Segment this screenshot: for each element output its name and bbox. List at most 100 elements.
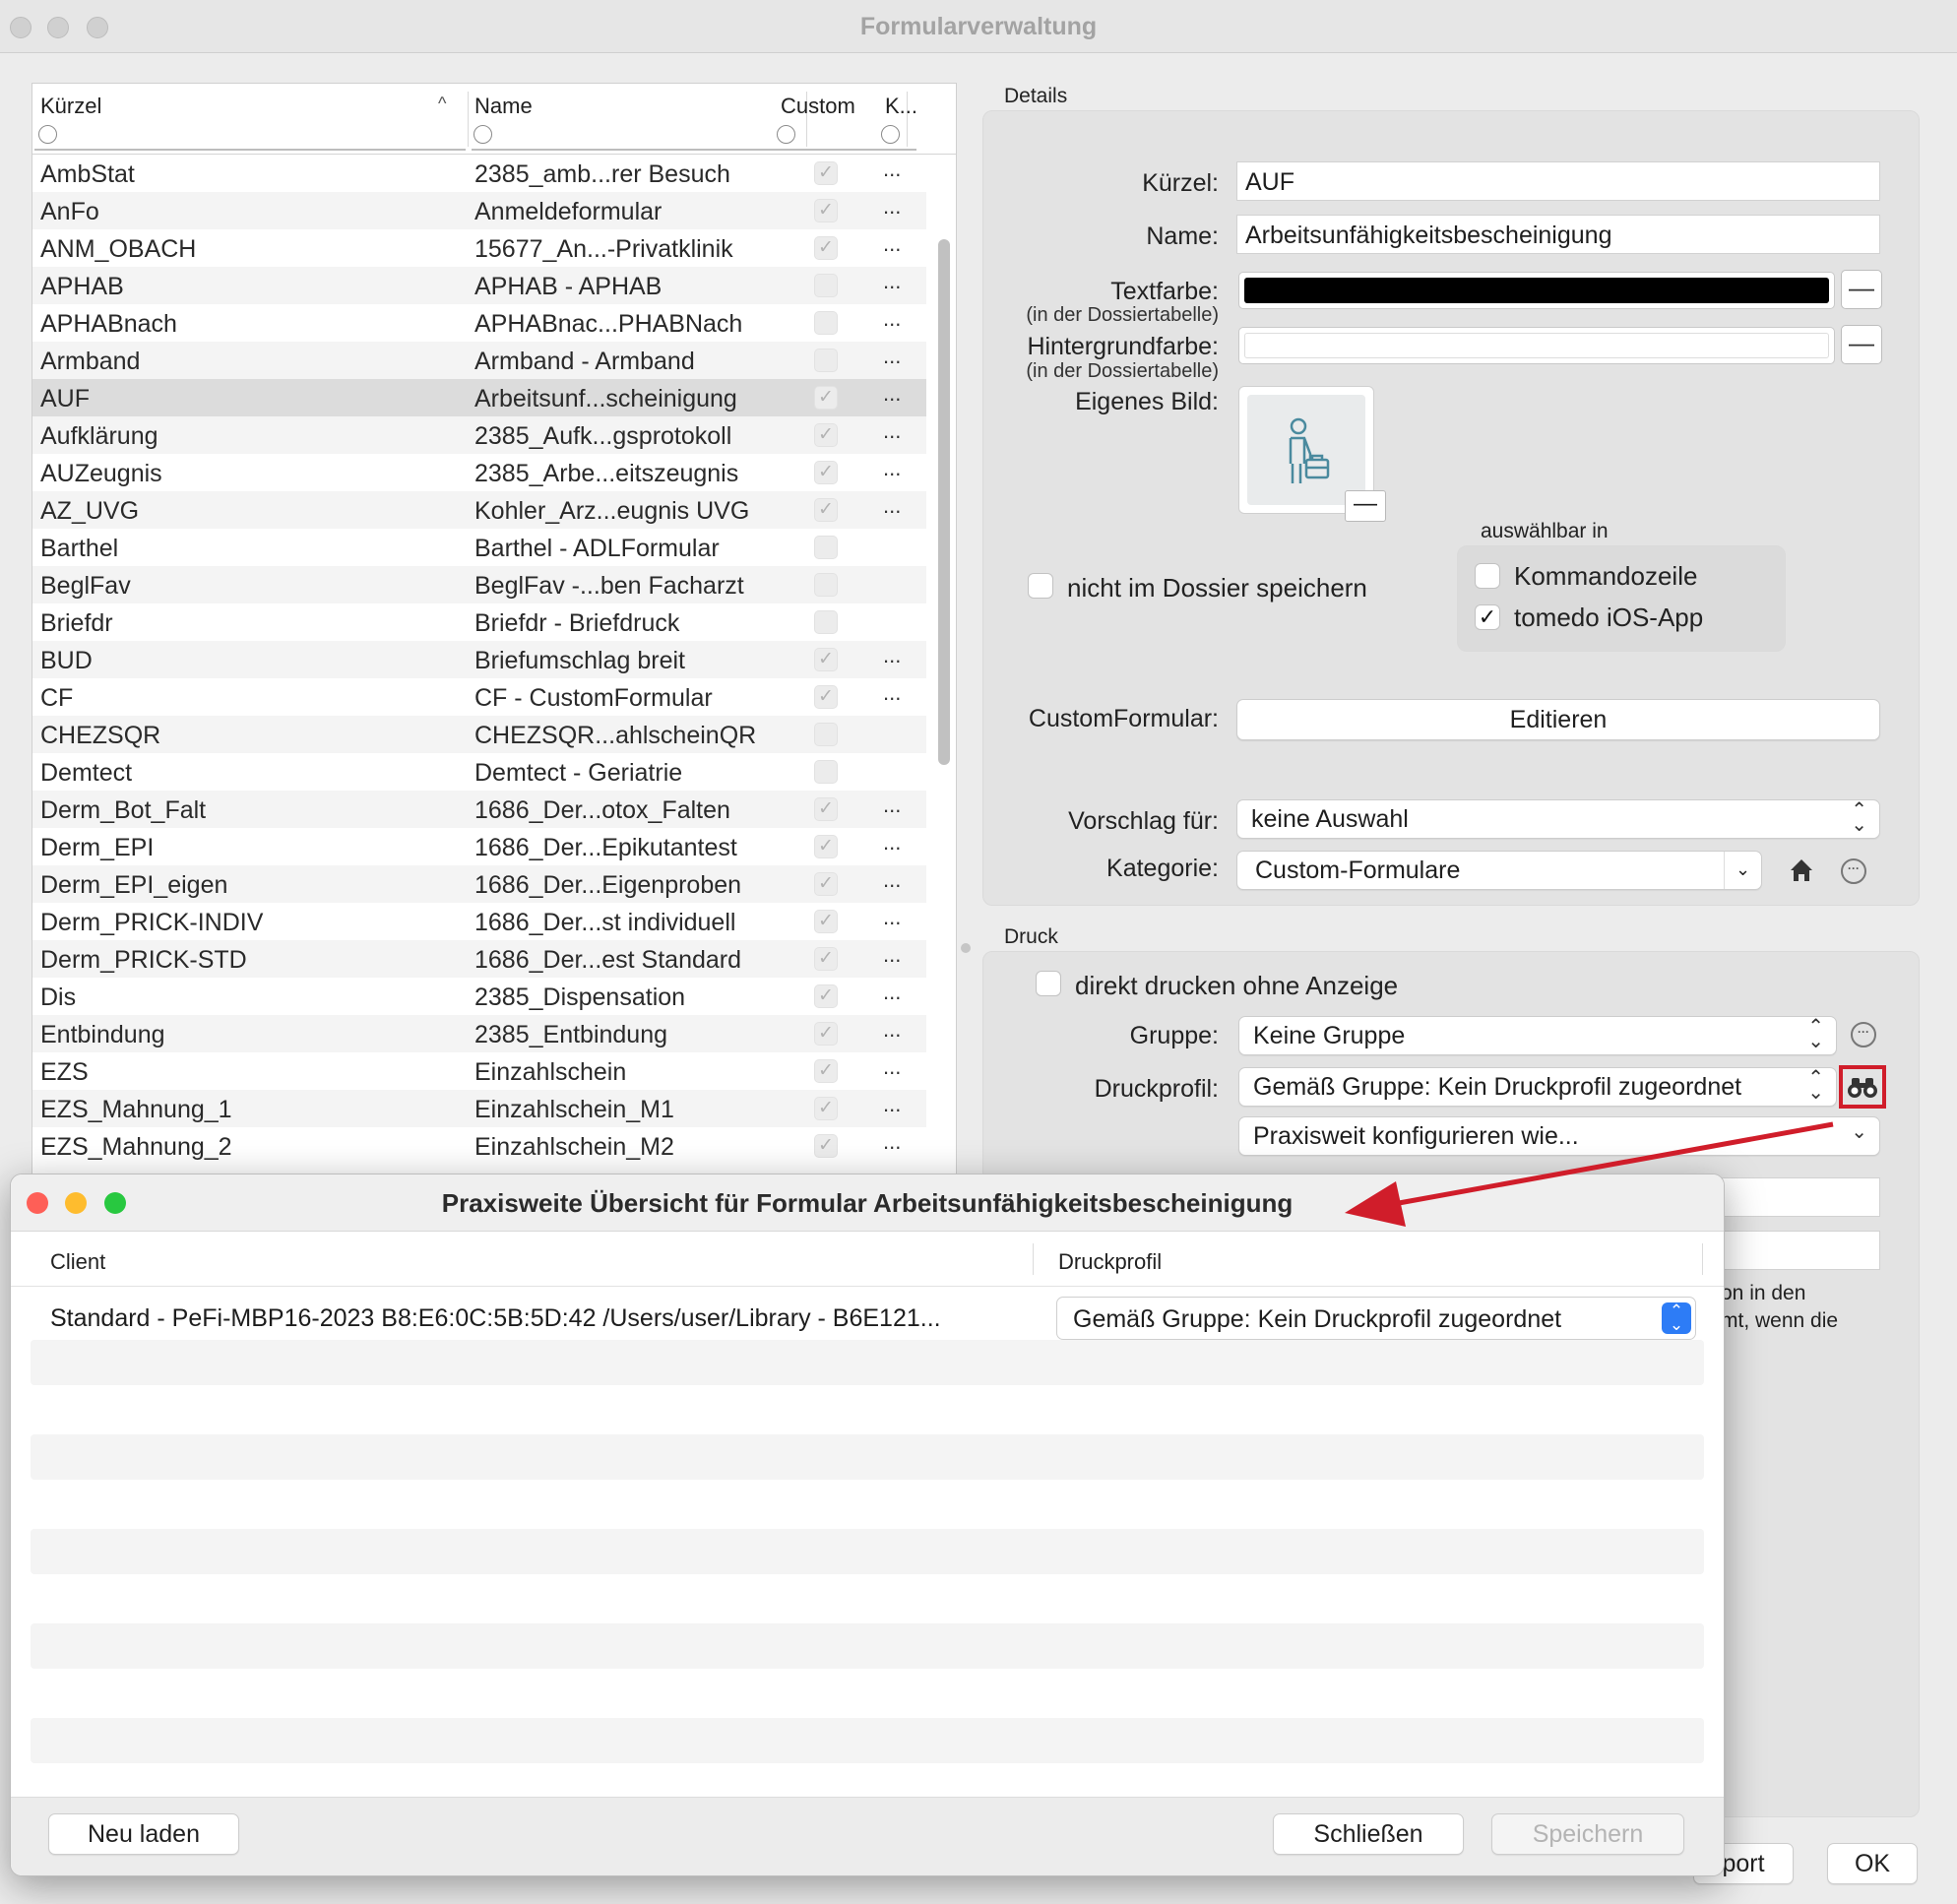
kommandozeile-checkbox[interactable] [1475,563,1500,589]
gruppe-options-icon[interactable]: ··· [1851,1022,1876,1047]
column-header-kuerzel[interactable]: Kürzel [40,94,101,119]
custom-checkbox[interactable] [814,610,838,634]
table-row[interactable]: APHABnach APHABnac...PHABNach... [32,304,926,342]
custom-checkbox[interactable]: ✓ [814,1134,838,1158]
more-cell[interactable]: ... [883,942,901,968]
column-separator[interactable] [1033,1243,1034,1275]
custom-checkbox[interactable]: ✓ [814,199,838,222]
table-row[interactable]: Dis 2385_Dispensation ✓... [32,978,926,1015]
table-row[interactable]: Demtect Demtect - Geriatrie [32,753,926,791]
filter-radio-custom[interactable] [777,125,795,144]
scrollbar-thumb[interactable] [938,239,950,765]
clear-text-color-button[interactable]: — [1841,270,1882,309]
custom-checkbox[interactable]: ✓ [814,1097,838,1120]
custom-checkbox[interactable] [814,536,838,559]
home-icon[interactable] [1788,857,1815,884]
column-header-name[interactable]: Name [474,94,533,119]
custom-checkbox[interactable]: ✓ [814,947,838,971]
table-row[interactable]: Barthel Barthel - ADLFormular [32,529,926,566]
custom-checkbox[interactable]: ✓ [814,1022,838,1046]
more-cell[interactable]: ... [883,493,901,519]
more-cell[interactable]: ... [883,680,901,706]
table-row[interactable]: AZ_UVG Kohler_Arz...eugnis UVG ✓... [32,491,926,529]
vorschlag-popup[interactable]: keine Auswahl ⌃ ⌄ [1236,799,1880,839]
custom-checkbox[interactable] [814,760,838,784]
nicht-im-dossier-checkbox[interactable] [1028,573,1053,599]
table-row[interactable]: Briefdr Briefdr - Briefdruck [32,603,926,641]
column-header-client[interactable]: Client [50,1249,105,1275]
table-row[interactable]: Derm_PRICK-STD 1686_Der...est Standard ✓..… [32,940,926,978]
ios-app-checkbox[interactable]: ✓ [1475,604,1500,630]
table-row[interactable]: EZS_Mahnung_1 Einzahlschein_M1 ✓... [32,1090,926,1127]
column-header-druckprofil[interactable]: Druckprofil [1058,1249,1162,1275]
column-header-k[interactable]: K... [885,94,917,119]
custom-checkbox[interactable] [814,349,838,372]
column-separator[interactable] [468,92,469,147]
table-scrollbar[interactable] [930,160,956,1174]
custom-checkbox[interactable] [814,274,838,297]
table-row[interactable]: CHEZSQR CHEZSQR...ahlscheinQR [32,716,926,753]
more-cell[interactable]: ... [883,381,901,407]
custom-checkbox[interactable]: ✓ [814,461,838,484]
more-cell[interactable]: ... [883,867,901,893]
filter-radio-kuerzel[interactable] [38,125,57,144]
custom-checkbox[interactable] [814,311,838,335]
table-row[interactable]: AnFo Anmeldeformular ✓... [32,192,926,229]
more-options-icon[interactable]: ··· [1841,858,1866,884]
schliessen-button[interactable]: Schließen [1273,1813,1464,1855]
more-cell[interactable]: ... [883,1054,901,1080]
custom-checkbox[interactable]: ✓ [814,1059,838,1083]
custom-checkbox[interactable]: ✓ [814,797,838,821]
table-row[interactable]: Derm_EPI 1686_Der...Epikutantest ✓... [32,828,926,865]
table-row[interactable]: EZS_Mahnung_2 Einzahlschein_M2 ✓... [32,1127,926,1165]
custom-checkbox[interactable]: ✓ [814,835,838,858]
praxisweit-popup[interactable]: Praxisweit konfigurieren wie... ⌄ [1238,1116,1880,1156]
custom-checkbox[interactable] [814,723,838,746]
table-row[interactable]: Armband Armband - Armband... [32,342,926,379]
table-row[interactable]: Derm_PRICK-INDIV 1686_Der...st individuel… [32,903,926,940]
column-header-custom[interactable]: Custom [781,94,855,119]
custom-checkbox[interactable]: ✓ [814,498,838,522]
editieren-button[interactable]: Editieren [1236,699,1880,740]
custom-checkbox[interactable]: ✓ [814,161,838,185]
more-cell[interactable]: ... [883,418,901,444]
kuerzel-field[interactable]: AUF [1236,161,1880,201]
client-cell[interactable]: Standard - PeFi-MBP16-2023 B8:E6:0C:5B:5… [50,1304,941,1333]
more-cell[interactable]: ... [883,830,901,856]
more-cell[interactable]: ... [883,905,901,930]
neu-laden-button[interactable]: Neu laden [48,1813,239,1855]
chevron-down-icon[interactable]: ⌄ [1724,852,1761,889]
table-row[interactable]: AmbStat 2385_amb...rer Besuch ✓... [32,155,926,192]
table-row[interactable]: APHAB APHAB - APHAB... [32,267,926,304]
binoculars-icon[interactable] [1847,1075,1878,1099]
custom-checkbox[interactable]: ✓ [814,910,838,933]
custom-checkbox[interactable]: ✓ [814,872,838,896]
table-row[interactable]: AUF Arbeitsunf...scheinigung ✓... [32,379,926,416]
text-color-well[interactable] [1238,272,1835,309]
table-row[interactable]: Derm_Bot_Falt 1686_Der...otox_Falten ✓... [32,791,926,828]
table-row[interactable]: AUZeugnis 2385_Arbe...eitszeugnis ✓... [32,454,926,491]
custom-checkbox[interactable] [814,573,838,597]
client-druckprofil-popup[interactable]: Gemäß Gruppe: Kein Druckprofil zugeordne… [1056,1297,1696,1340]
more-cell[interactable]: ... [883,456,901,481]
more-cell[interactable]: ... [883,1017,901,1043]
more-cell[interactable]: ... [883,1092,901,1117]
more-cell[interactable]: ... [883,231,901,257]
background-color-well[interactable] [1238,327,1835,364]
custom-checkbox[interactable]: ✓ [814,648,838,671]
filter-radio-k[interactable] [881,125,900,144]
direkt-drucken-checkbox[interactable] [1036,971,1061,996]
split-view-handle[interactable] [961,943,971,953]
table-row[interactable]: Aufklärung 2385_Aufk...gsprotokoll ✓... [32,416,926,454]
more-cell[interactable]: ... [883,269,901,294]
more-cell[interactable]: ... [883,157,901,182]
gruppe-popup[interactable]: Keine Gruppe ⌃ ⌄ [1238,1016,1837,1055]
custom-checkbox[interactable]: ✓ [814,984,838,1008]
more-cell[interactable]: ... [883,194,901,220]
more-cell[interactable]: ... [883,980,901,1005]
filter-radio-name[interactable] [473,125,492,144]
table-row[interactable]: BeglFav BeglFav -...ben Facharzt [32,566,926,603]
custom-checkbox[interactable]: ✓ [814,685,838,709]
kategorie-combobox[interactable]: Custom-Formulare ⌄ [1236,851,1762,890]
clear-background-color-button[interactable]: — [1841,325,1882,364]
